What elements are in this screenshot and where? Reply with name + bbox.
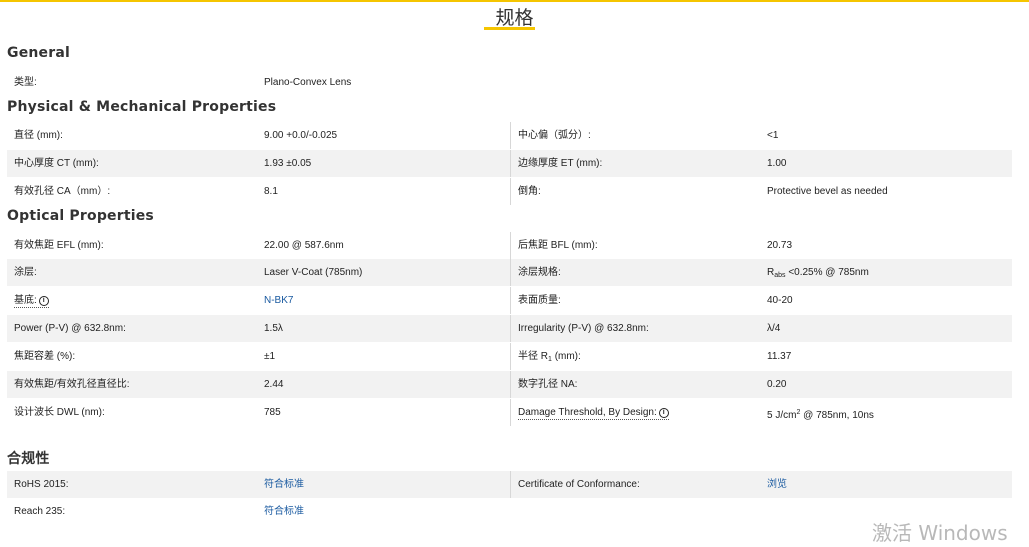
info-icon[interactable]: i [38,296,49,306]
spec-label: 设计波长 DWL (nm): [14,407,105,418]
spec-row: 基底: i N-BK7 表面质量: 40-20 [7,287,1012,314]
spec-value: 9.00 +0.0/-0.025 [264,130,338,141]
spec-value: 8.1 [264,186,278,197]
spec-value: 20.73 [767,240,793,251]
spec-value: 2.44 [264,379,284,390]
column-divider [510,232,511,259]
column-divider [510,122,511,149]
spec-label: 涂层: [14,267,37,278]
spec-label: 直径 (mm): [14,130,63,141]
page-title: 规格 [495,7,534,29]
substrate-label: 基底: [14,295,37,306]
spec-row: 直径 (mm): 9.00 +0.0/-0.025 中心偏（弧分）: <1 [7,122,1012,149]
spec-label: 边缘厚度 ET (mm): [518,158,603,169]
spec-value: 0.20 [767,379,787,390]
spec-label: 类型: [14,77,37,88]
spec-label: 中心厚度 CT (mm): [14,158,99,169]
energy-density: 5 J/cm [767,410,797,421]
spec-value: 785 [264,407,281,418]
spec-label: 表面质量: [518,295,561,306]
top-accent-line [0,0,1029,2]
spec-row: 涂层: Laser V-Coat (785nm) 涂层规格: Rabs <0.2… [7,259,1012,286]
spec-label: 半径 R1 (mm): [518,343,581,370]
spec-row: RoHS 2015: 符合标准 Certificate of Conforman… [7,471,1012,498]
spec-label: 后焦距 BFL (mm): [518,240,598,251]
damage-threshold-tooltip-label[interactable]: Damage Threshold, By Design: i [518,407,669,420]
column-divider [510,150,511,177]
column-divider [510,399,511,426]
spec-label: 涂层规格: [518,267,561,278]
spec-value: 1.5λ [264,323,283,334]
section-title-optical: Optical Properties [7,208,154,224]
substrate-link[interactable]: N-BK7 [264,287,293,314]
spec-label: Damage Threshold, By Design: i [518,399,669,426]
spec-row: 有效焦距/有效孔径直径比: 2.44 数字孔径 NA: 0.20 [7,371,1012,398]
spec-value: 1.93 ±0.05 [264,158,312,169]
spec-value: Protective bevel as needed [767,186,888,197]
title-underline [484,27,535,30]
section-title-compliance: 合规性 [7,451,50,467]
coating-value: <0.25% @ 785nm [788,267,869,278]
spec-label: Reach 235: [14,506,66,517]
reach-compliance-link[interactable]: 符合标准 [264,498,304,525]
spec-label: RoHS 2015: [14,479,69,490]
damage-threshold-label: Damage Threshold, By Design: [518,407,657,418]
section-title-general: General [7,45,70,61]
column-divider [510,343,511,370]
spec-label: Power (P-V) @ 632.8nm: [14,323,126,334]
certificate-view-link[interactable]: 浏览 [767,471,787,498]
radius-unit: (mm): [554,351,581,362]
rohs-compliance-link[interactable]: 符合标准 [264,471,304,498]
spec-label: 有效焦距/有效孔径直径比: [14,379,130,390]
info-icon[interactable]: i [658,408,669,418]
spec-label: Certificate of Conformance: [518,479,640,490]
spec-value: λ/4 [767,323,781,334]
column-divider [510,471,511,498]
windows-activation-watermark: 激活 Windows [872,521,1008,545]
r-subscript: abs [774,272,786,279]
spec-label: 倒角: [518,186,541,197]
spec-label: 基底: i [14,287,49,314]
spec-value: Rabs <0.25% @ 785nm [767,259,869,286]
spec-row: Power (P-V) @ 632.8nm: 1.5λ Irregularity… [7,315,1012,342]
spec-value: 11.37 [767,351,792,362]
spec-row: 中心厚度 CT (mm): 1.93 ±0.05 边缘厚度 ET (mm): 1… [7,150,1012,177]
spec-row: 有效孔径 CA（mm）: 8.1 倒角: Protective bevel as… [7,178,1012,205]
spec-value: 5 J/cm2 @ 785nm, 10ns [767,399,874,426]
damage-threshold-value: @ 785nm, 10ns [803,410,874,421]
column-divider [510,178,511,205]
spec-label: 有效孔径 CA（mm）: [14,186,111,197]
spec-label: Irregularity (P-V) @ 632.8nm: [518,323,649,334]
spec-value: Laser V-Coat (785nm) [264,267,363,278]
spec-row: 设计波长 DWL (nm): 785 Damage Threshold, By … [7,399,1012,426]
spec-label: 数字孔径 NA: [518,379,578,390]
column-divider [510,371,511,398]
spec-label: 有效焦距 EFL (mm): [14,240,104,251]
spec-row: 有效焦距 EFL (mm): 22.00 @ 587.6nm 后焦距 BFL (… [7,232,1012,259]
energy-superscript: 2 [796,409,801,416]
column-divider [510,315,511,342]
section-title-physical: Physical & Mechanical Properties [7,99,277,115]
spec-value: Plano-Convex Lens [264,77,352,88]
radius-label: 半径 R [518,351,548,362]
spec-value: 40-20 [767,295,793,306]
column-divider [510,287,511,314]
spec-label: 中心偏（弧分）: [518,130,591,141]
spec-value: <1 [767,130,779,141]
spec-row: 类型: Plano-Convex Lens [7,69,1012,96]
substrate-tooltip-label[interactable]: 基底: i [14,295,49,308]
spec-value: 22.00 @ 587.6nm [264,240,344,251]
radius-subscript: 1 [548,356,552,363]
spec-row: Reach 235: 符合标准 [7,498,1012,525]
spec-value: 1.00 [767,158,787,169]
spec-label: 焦距容差 (%): [14,351,76,362]
spec-row: 焦距容差 (%): ±1 半径 R1 (mm): 11.37 [7,343,1012,370]
column-divider [510,259,511,286]
spec-value: ±1 [264,351,276,362]
